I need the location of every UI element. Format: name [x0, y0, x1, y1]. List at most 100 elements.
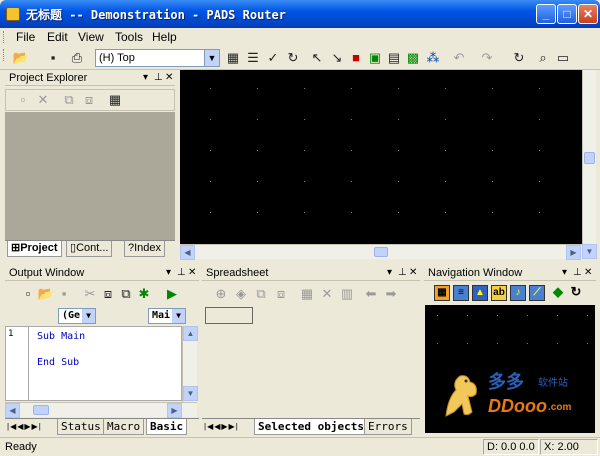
back-icon[interactable]: ⬅ — [362, 285, 380, 303]
component-icon[interactable]: ▣ — [366, 49, 384, 67]
scroll-thumb[interactable] — [584, 152, 595, 164]
dropdown-icon[interactable]: ▾ — [387, 265, 392, 281]
redraw-icon[interactable]: ↻ — [510, 49, 528, 67]
pin-icon[interactable]: ⊥ — [398, 265, 407, 281]
scroll-up-icon[interactable]: ▲ — [183, 326, 198, 341]
new-icon[interactable]: ▫ — [19, 285, 37, 303]
refresh-icon[interactable]: ↻ — [568, 285, 584, 301]
layer-select[interactable]: (H) Top ▼ — [95, 49, 220, 67]
filter-icon[interactable]: ⊕ — [212, 285, 230, 303]
code-horizontal-scrollbar[interactable]: ◀ ▶ — [5, 402, 197, 418]
save-icon[interactable]: ▪ — [44, 49, 62, 67]
list-icon[interactable]: ☰ — [244, 49, 262, 67]
close-button[interactable]: ✕ — [578, 4, 598, 24]
tab-index[interactable]: ?Index — [124, 241, 166, 257]
fanout-icon[interactable]: ⁂ — [424, 49, 442, 67]
copy-icon[interactable]: ⧉ — [60, 91, 78, 109]
minimize-button[interactable]: _ — [536, 4, 556, 24]
save-icon[interactable]: ▪ — [55, 285, 73, 303]
paste-icon[interactable]: ⧈ — [272, 285, 290, 303]
scroll-down-icon[interactable]: ▼ — [183, 386, 198, 401]
line-icon[interactable]: ⟋ — [529, 285, 545, 301]
menu-help[interactable]: Help — [152, 30, 177, 44]
scroll-left-icon[interactable]: ◀ — [180, 245, 195, 260]
tab-basic[interactable]: Basic — [146, 419, 188, 435]
trace-icon[interactable]: ♪ — [510, 285, 526, 301]
undo-icon[interactable]: ↶ — [450, 49, 468, 67]
close-icon[interactable]: ✕ — [409, 265, 417, 281]
pin-icon[interactable]: ⊥ — [154, 70, 163, 86]
tab-errors[interactable]: Errors — [364, 419, 412, 435]
menu-file[interactable]: File — [16, 30, 35, 44]
print-icon[interactable]: ⎙ — [68, 49, 86, 67]
properties-icon[interactable]: ▦ — [224, 49, 242, 67]
forward-icon[interactable]: ➡ — [382, 285, 400, 303]
tab-status[interactable]: Status — [57, 419, 105, 435]
grid-icon[interactable]: ▩ — [404, 49, 422, 67]
tab-selected-objects[interactable]: Selected objects — [254, 419, 368, 435]
table-icon[interactable]: ▦ — [298, 285, 316, 303]
code-vertical-scrollbar[interactable]: ▲ ▼ — [182, 326, 198, 402]
copy-icon[interactable]: ⧉ — [117, 285, 135, 303]
pin-icon[interactable]: ⊥ — [573, 265, 582, 281]
menu-edit[interactable]: Edit — [47, 30, 68, 44]
tab-project[interactable]: ⊞Project — [7, 241, 62, 257]
scroll-left-icon[interactable]: ◀ — [5, 403, 20, 418]
menu-tools[interactable]: Tools — [115, 30, 143, 44]
scroll-right-icon[interactable]: ▶ — [167, 403, 182, 418]
design-canvas[interactable] — [180, 70, 582, 244]
new-icon[interactable]: ▫ — [14, 91, 32, 109]
cube-icon[interactable]: ◈ — [232, 285, 250, 303]
project-tree[interactable] — [5, 112, 175, 240]
close-icon[interactable]: ✕ — [584, 265, 592, 281]
debug-icon[interactable]: ✱ — [135, 285, 153, 303]
canvas-vertical-scrollbar[interactable] — [582, 70, 596, 244]
refresh-disabled-icon[interactable]: ↻ — [284, 49, 302, 67]
tab-macro[interactable]: Macro — [103, 419, 145, 435]
close-icon[interactable]: ✕ — [165, 70, 173, 86]
cut-icon[interactable]: ✂ — [81, 285, 99, 303]
pin-icon[interactable]: ⊥ — [177, 265, 186, 281]
pad-icon[interactable]: ▲ — [472, 285, 488, 301]
zoom-icon[interactable]: ⌕ — [534, 49, 552, 67]
dropdown-icon[interactable]: ▾ — [166, 265, 171, 281]
layer-icon[interactable]: ≡ — [453, 285, 469, 301]
text-icon[interactable]: ab — [491, 285, 507, 301]
select-icon[interactable]: ↖ — [308, 49, 326, 67]
delete-icon[interactable]: ✕ — [34, 91, 52, 109]
scroll-right-icon[interactable]: ▶ — [566, 245, 581, 260]
object-combo[interactable]: (Ge ▼ — [58, 308, 96, 324]
maximize-button[interactable]: □ — [557, 4, 577, 24]
code-editor[interactable]: 1 Sub Main End Sub — [5, 326, 182, 401]
columns-icon[interactable]: ▥ — [338, 285, 356, 303]
tab-scroll-arrows-icon[interactable]: |◀◀▶▶| — [7, 422, 42, 431]
delete-icon[interactable]: ✕ — [318, 285, 336, 303]
spreadsheet-cell[interactable] — [205, 307, 253, 324]
dropdown-icon[interactable]: ▾ — [143, 70, 148, 86]
paste-icon[interactable]: ⧈ — [80, 91, 98, 109]
tool-icon[interactable]: ✓ — [264, 49, 282, 67]
canvas-horizontal-scrollbar[interactable]: ◀ ▶ — [180, 244, 582, 260]
stop-icon[interactable]: ■ — [347, 49, 365, 67]
scroll-thumb[interactable] — [33, 405, 49, 415]
run-icon[interactable]: ▶ — [163, 285, 181, 303]
scroll-down-icon[interactable]: ▼ — [582, 244, 597, 259]
view-icon[interactable]: ▭ — [554, 49, 572, 67]
procedure-combo[interactable]: Mai ▼ — [148, 308, 186, 324]
dropdown-icon[interactable]: ▾ — [562, 265, 567, 281]
menu-view[interactable]: View — [78, 30, 104, 44]
document-icon[interactable]: ▤ — [385, 49, 403, 67]
tab-scroll-arrows-icon[interactable]: |◀◀▶▶| — [204, 422, 239, 431]
redo-icon[interactable]: ↷ — [478, 49, 496, 67]
copy-icon[interactable]: ⧉ — [252, 285, 270, 303]
close-icon[interactable]: ✕ — [188, 265, 196, 281]
scroll-thumb[interactable] — [374, 247, 388, 257]
layers-stack-icon[interactable]: ◆ — [550, 285, 566, 301]
paste-icon[interactable]: ⧈ — [99, 285, 117, 303]
properties-icon[interactable]: ▦ — [106, 91, 124, 109]
component-icon[interactable]: ▦ — [434, 285, 450, 301]
open-icon[interactable]: 📂 — [12, 49, 30, 67]
open-icon[interactable]: 📂 — [37, 285, 55, 303]
route-icon[interactable]: ↘ — [328, 49, 346, 67]
tab-contents[interactable]: ▯Cont... — [66, 241, 113, 257]
